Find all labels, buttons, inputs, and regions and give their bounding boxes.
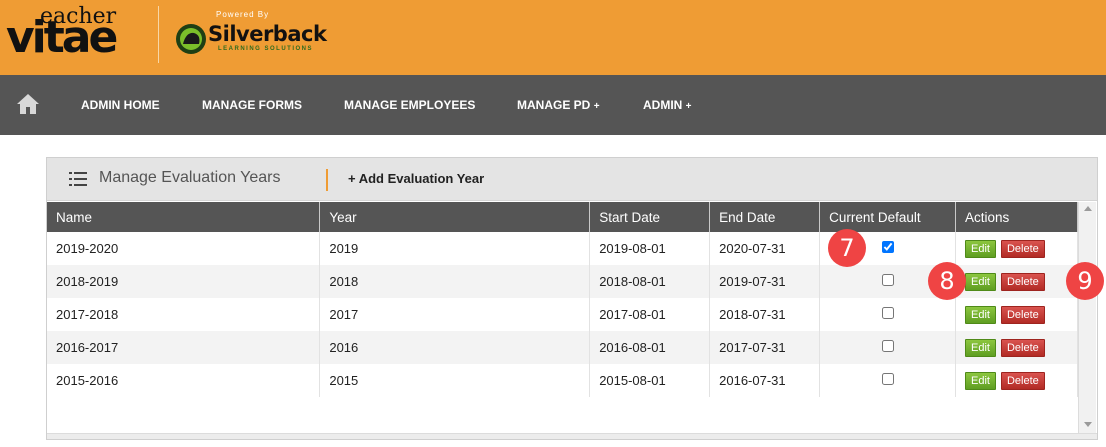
table-header-row: Name Year Start Date End Date Current De… — [47, 202, 1078, 232]
col-header-start-date[interactable]: Start Date — [589, 202, 711, 232]
evaluation-years-table: Name Year Start Date End Date Current De… — [47, 202, 1078, 397]
delete-button[interactable]: Delete — [1000, 371, 1045, 390]
current-default-checkbox[interactable] — [881, 373, 894, 385]
current-default-checkbox[interactable] — [881, 241, 894, 253]
cell-end-date: 2018-07-31 — [709, 298, 821, 331]
cell-start-date: 2017-08-01 — [589, 298, 711, 331]
callout-badge: 9 — [1066, 262, 1104, 300]
cell-name: 2019-2020 — [47, 232, 321, 265]
partner-subtitle: LEARNING SOLUTIONS — [218, 46, 314, 52]
cell-actions: Edit Delete — [955, 298, 1078, 331]
home-icon[interactable] — [16, 93, 40, 115]
current-default-checkbox[interactable] — [881, 307, 894, 319]
add-evaluation-year-link[interactable]: + Add Evaluation Year — [348, 171, 484, 186]
teacher-vitae-logo[interactable]: eacher vitae — [6, 0, 156, 75]
delete-button[interactable]: Delete — [1000, 338, 1045, 357]
silverback-gorilla-icon — [176, 24, 206, 54]
cell-name: 2017-2018 — [47, 298, 321, 331]
delete-button[interactable]: Delete — [1000, 239, 1045, 258]
table-row: 2019-2020 2019 2019-08-01 2020-07-31 Edi… — [47, 232, 1078, 265]
scroll-down-arrow-icon[interactable] — [1084, 422, 1092, 427]
cell-year: 2017 — [319, 298, 591, 331]
edit-button[interactable]: Edit — [965, 305, 996, 324]
nav-manage-employees[interactable]: MANAGE EMPLOYEES — [344, 75, 475, 135]
table-row: 2016-2017 2016 2016-08-01 2017-07-31 Edi… — [47, 331, 1078, 364]
cell-end-date: 2020-07-31 — [709, 232, 821, 265]
delete-button[interactable]: Delete — [1000, 305, 1045, 324]
scroll-up-arrow-icon[interactable] — [1084, 206, 1092, 211]
cell-name: 2015-2016 — [47, 364, 321, 397]
logo-main-text: vitae — [6, 12, 118, 63]
cell-year: 2015 — [319, 364, 591, 397]
table-row: 2017-2018 2017 2017-08-01 2018-07-31 Edi… — [47, 298, 1078, 331]
cell-current-default — [819, 364, 957, 397]
cell-end-date: 2017-07-31 — [709, 331, 821, 364]
list-icon — [69, 172, 87, 186]
cell-actions: Edit Delete — [955, 232, 1078, 265]
current-default-checkbox[interactable] — [881, 274, 894, 286]
evaluation-years-table-wrap: Name Year Start Date End Date Current De… — [47, 202, 1080, 399]
cell-name: 2016-2017 — [47, 331, 321, 364]
cell-year: 2019 — [319, 232, 591, 265]
powered-by-text: Powered By — [216, 10, 270, 19]
cell-actions: Edit Delete — [955, 265, 1078, 298]
nav-admin-home[interactable]: ADMIN HOME — [81, 75, 160, 135]
callout-badge: 8 — [928, 262, 966, 300]
cell-start-date: 2019-08-01 — [589, 232, 711, 265]
cell-current-default — [819, 331, 957, 364]
cell-start-date: 2018-08-01 — [589, 265, 711, 298]
silverback-logo: Powered By Silverback LEARNING SOLUTIONS — [174, 8, 334, 68]
delete-button[interactable]: Delete — [1000, 272, 1045, 291]
current-default-checkbox[interactable] — [881, 340, 894, 352]
col-header-name[interactable]: Name — [47, 202, 321, 232]
cell-end-date: 2019-07-31 — [709, 265, 821, 298]
app-header: eacher vitae Powered By Silverback LEARN… — [0, 0, 1106, 75]
nav-admin[interactable]: ADMIN + — [643, 75, 692, 135]
cell-current-default — [819, 298, 957, 331]
cell-name: 2018-2019 — [47, 265, 321, 298]
col-header-end-date[interactable]: End Date — [709, 202, 821, 232]
panel-header: Manage Evaluation Years + Add Evaluation… — [47, 158, 1097, 201]
nav-manage-pd[interactable]: MANAGE PD + — [517, 75, 600, 135]
table-row: 2018-2019 2018 2018-08-01 2019-07-31 Edi… — [47, 265, 1078, 298]
horizontal-scrollbar[interactable] — [47, 433, 1097, 439]
cell-year: 2016 — [319, 331, 591, 364]
cell-year: 2018 — [319, 265, 591, 298]
header-separator — [326, 169, 328, 191]
panel-title: Manage Evaluation Years — [99, 169, 281, 186]
cell-actions: Edit Delete — [955, 364, 1078, 397]
col-header-current-default[interactable]: Current Default — [819, 202, 957, 232]
logo-divider — [158, 6, 159, 63]
cell-end-date: 2016-07-31 — [709, 364, 821, 397]
table-row: 2015-2016 2015 2015-08-01 2016-07-31 Edi… — [47, 364, 1078, 397]
cell-start-date: 2016-08-01 — [589, 331, 711, 364]
callout-badge: 7 — [828, 229, 866, 267]
col-header-year[interactable]: Year — [319, 202, 591, 232]
partner-name: Silverback — [208, 22, 327, 46]
main-nav: ADMIN HOME MANAGE FORMS MANAGE EMPLOYEES… — [0, 75, 1106, 135]
edit-button[interactable]: Edit — [965, 371, 996, 390]
cell-start-date: 2015-08-01 — [589, 364, 711, 397]
col-header-actions: Actions — [955, 202, 1078, 232]
edit-button[interactable]: Edit — [965, 239, 996, 258]
cell-actions: Edit Delete — [955, 331, 1078, 364]
edit-button[interactable]: Edit — [965, 338, 996, 357]
vertical-scrollbar[interactable] — [1078, 202, 1096, 433]
edit-button[interactable]: Edit — [965, 272, 996, 291]
nav-manage-forms[interactable]: MANAGE FORMS — [202, 75, 302, 135]
